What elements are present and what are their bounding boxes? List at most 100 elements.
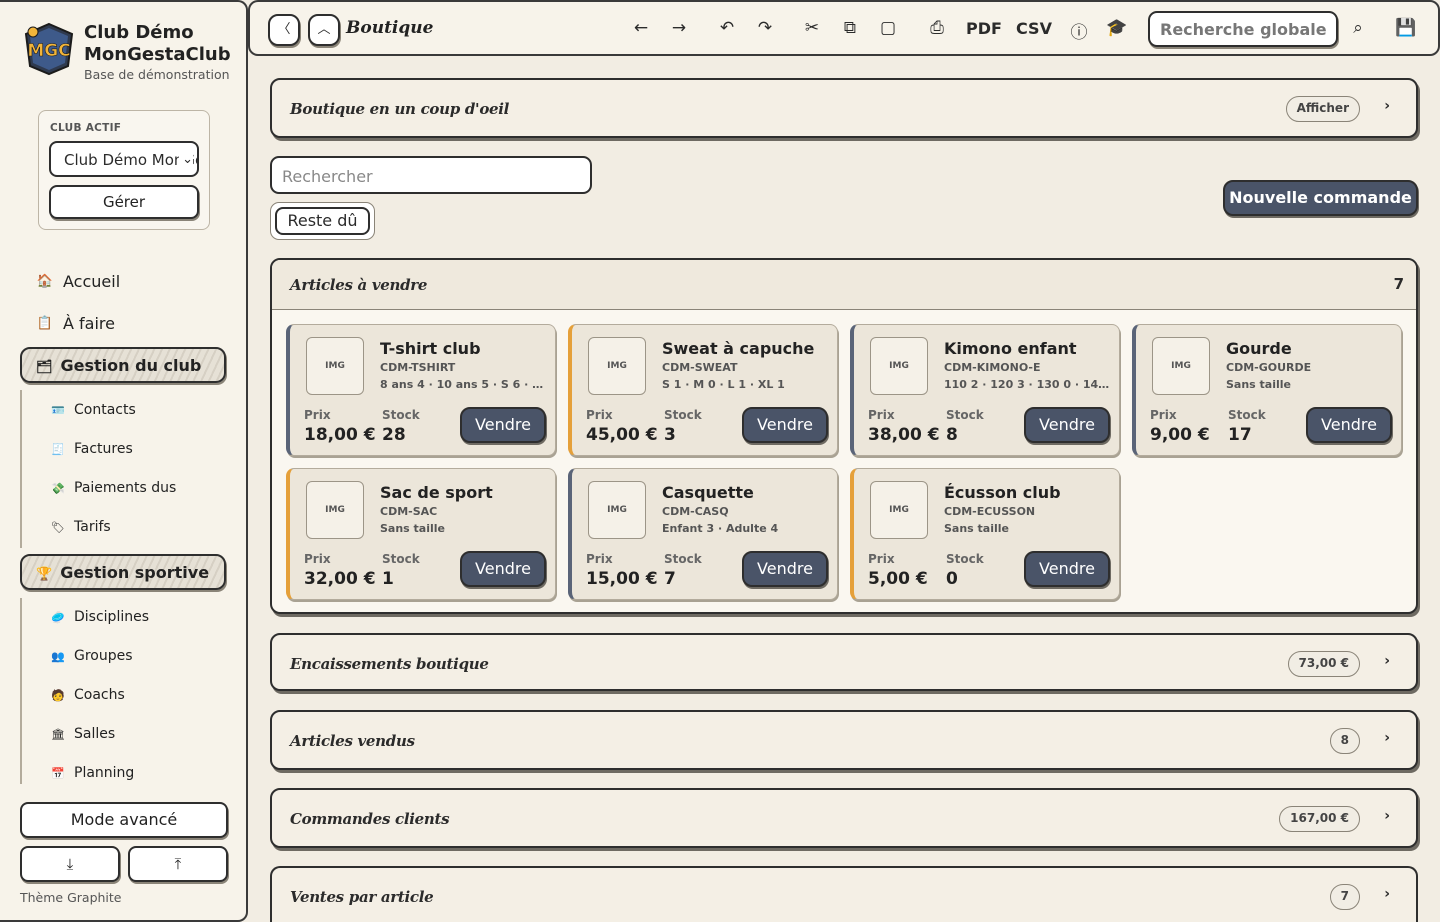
nav-item-label: Accueil: [63, 272, 121, 291]
nav-tree-line: [20, 390, 22, 548]
articles-vendus-section[interactable]: Articles vendus 8 ›: [270, 710, 1418, 770]
sell-button[interactable]: Vendre: [742, 407, 828, 443]
import-button[interactable]: ⤓: [20, 846, 120, 882]
paste-icon[interactable]: ▢: [877, 18, 899, 38]
nav-item-todo[interactable]: 📋 À faire: [36, 314, 115, 333]
show-overview-button[interactable]: Afficher: [1285, 96, 1360, 122]
active-club-label: CLUB ACTIF: [50, 122, 122, 134]
manage-club-button[interactable]: Gérer: [49, 185, 199, 219]
nav-group-sport[interactable]: 🏆 Gestion sportive: [20, 554, 226, 590]
print-icon[interactable]: ⎙: [926, 18, 948, 38]
export-button[interactable]: ⤒: [128, 846, 228, 882]
nav-item-planning[interactable]: 📅 Planning: [50, 765, 134, 781]
articles-count: 7: [1393, 275, 1404, 293]
nav-item-disciplines[interactable]: 🥏 Disciplines: [50, 609, 149, 625]
article-ref: CDM-KIMONO-E: [944, 361, 1041, 374]
article-card: IMG Sweat à capuche CDM-SWEAT S 1 · M 0 · L…: [568, 324, 838, 456]
nav-tree-line: [20, 598, 22, 784]
nav-item-payments-due[interactable]: 💸 Paiements dus: [50, 480, 176, 496]
reste-du-filter[interactable]: Reste dû: [270, 202, 375, 240]
nav-item-invoices[interactable]: 🧾 Factures: [50, 441, 133, 457]
price-label: Prix: [868, 552, 895, 566]
article-sizes: 8 ans 4 · 10 ans 5 · S 6 · M 7 · L 6: [380, 378, 550, 391]
article-image-placeholder: IMG: [588, 337, 646, 395]
stock-label: Stock: [382, 408, 420, 422]
nav-item-label: À faire: [63, 314, 115, 333]
nav-item-label: Contacts: [74, 402, 136, 418]
coach-icon: 🧑: [51, 688, 65, 702]
sell-button[interactable]: Vendre: [742, 551, 828, 587]
global-search-input[interactable]: Recherche globale: [1148, 11, 1338, 47]
arrow-left-icon[interactable]: ←: [630, 18, 652, 38]
new-order-button[interactable]: Nouvelle commande: [1223, 180, 1418, 216]
article-price: 32,00 €: [304, 569, 376, 589]
nav-item-home[interactable]: 🏠 Accueil: [36, 272, 120, 291]
article-sizes: S 1 · M 0 · L 1 · XL 1: [662, 378, 785, 391]
sell-button[interactable]: Vendre: [1306, 407, 1392, 443]
article-stock: 17: [1228, 425, 1252, 445]
chevron-right-icon[interactable]: ›: [1384, 808, 1390, 824]
help-icon[interactable]: ⓘ: [1068, 18, 1090, 43]
nav-item-rooms[interactable]: 🏛 Salles: [50, 726, 115, 742]
stock-label: Stock: [664, 552, 702, 566]
graduation-cap-icon[interactable]: 🎓: [1106, 18, 1128, 38]
sell-button[interactable]: Vendre: [1024, 407, 1110, 443]
chevron-right-icon[interactable]: ›: [1384, 98, 1390, 114]
copy-icon[interactable]: ⧉: [839, 18, 861, 38]
nav-item-label: Tarifs: [74, 519, 111, 535]
brand: MGC Club Démo MonGestaClub Base de démon…: [22, 22, 231, 82]
redo-icon[interactable]: ↷: [754, 18, 776, 38]
chevron-right-icon[interactable]: ›: [1384, 653, 1390, 669]
price-label: Prix: [1150, 408, 1177, 422]
advanced-mode-button[interactable]: Mode avancé: [20, 802, 228, 838]
section-badge: 167,00 €: [1279, 806, 1360, 832]
article-name: Sweat à capuche: [662, 339, 815, 358]
encaissements-section[interactable]: Encaissements boutique 73,00 € ›: [270, 633, 1418, 691]
nav-item-label: Coachs: [74, 687, 125, 703]
collapse-button[interactable]: ︿: [308, 14, 340, 46]
article-stock: 3: [664, 425, 676, 445]
section-title: Encaissements boutique: [290, 655, 489, 673]
overview-section[interactable]: Boutique en un coup d'oeil Afficher ›: [270, 78, 1418, 138]
article-name: Écusson club: [944, 483, 1061, 502]
nav-item-label: Planning: [74, 765, 135, 781]
arrow-right-icon[interactable]: →: [668, 18, 690, 38]
nav-item-rates[interactable]: 🏷 Tarifs: [50, 519, 111, 535]
chevron-right-icon[interactable]: ›: [1384, 886, 1390, 902]
article-name: T-shirt club: [380, 339, 481, 358]
article-ref: CDM-SAC: [380, 505, 438, 518]
price-label: Prix: [586, 552, 613, 566]
pdf-button[interactable]: PDF: [966, 19, 1002, 38]
article-name: Gourde: [1226, 339, 1292, 358]
sell-button[interactable]: Vendre: [460, 551, 546, 587]
search-icon[interactable]: ⌕: [1347, 18, 1369, 38]
article-image-placeholder: IMG: [588, 481, 646, 539]
sell-button[interactable]: Vendre: [460, 407, 546, 443]
nav-item-groups[interactable]: 👥 Groupes: [50, 648, 132, 664]
contact-card-icon: 🪪: [51, 403, 65, 417]
article-card: IMG Kimono enfant CDM-KIMONO-E 110 2 · 120 …: [850, 324, 1120, 456]
download-icon: ⤓: [66, 855, 74, 873]
chevron-down-icon: ⌄: [179, 152, 193, 167]
club-select[interactable]: Club Démo MonGestaClub ⌄: [49, 141, 199, 177]
nav-item-coaches[interactable]: 🧑 Coachs: [50, 687, 125, 703]
top-bar: 〈 ︿ Boutique ← → ↶ ↷ ✂ ⧉ ▢ ⎙ PDF CSV ⓘ 🎓…: [248, 0, 1440, 56]
sell-button[interactable]: Vendre: [1024, 551, 1110, 587]
article-price: 18,00 €: [304, 425, 376, 445]
ventes-section[interactable]: Ventes par article 7 ›: [270, 866, 1418, 922]
commandes-section[interactable]: Commandes clients 167,00 € ›: [270, 788, 1418, 848]
csv-button[interactable]: CSV: [1016, 19, 1052, 38]
article-stock: 8: [946, 425, 958, 445]
chevron-right-icon[interactable]: ›: [1384, 730, 1390, 746]
article-stock: 1: [382, 569, 394, 589]
nav-item-contacts[interactable]: 🪪 Contacts: [50, 402, 136, 418]
article-search-input[interactable]: Rechercher: [270, 156, 592, 194]
nav-group-club[interactable]: 🗂 Gestion du club: [20, 347, 226, 383]
save-icon[interactable]: 💾: [1395, 18, 1417, 38]
cut-icon[interactable]: ✂: [801, 18, 823, 38]
undo-icon[interactable]: ↶: [716, 18, 738, 38]
article-image-placeholder: IMG: [306, 337, 364, 395]
articles-header[interactable]: Articles à vendre 7: [272, 260, 1416, 310]
back-button[interactable]: 〈: [268, 14, 300, 46]
chevron-up-icon: ︿: [317, 22, 331, 37]
